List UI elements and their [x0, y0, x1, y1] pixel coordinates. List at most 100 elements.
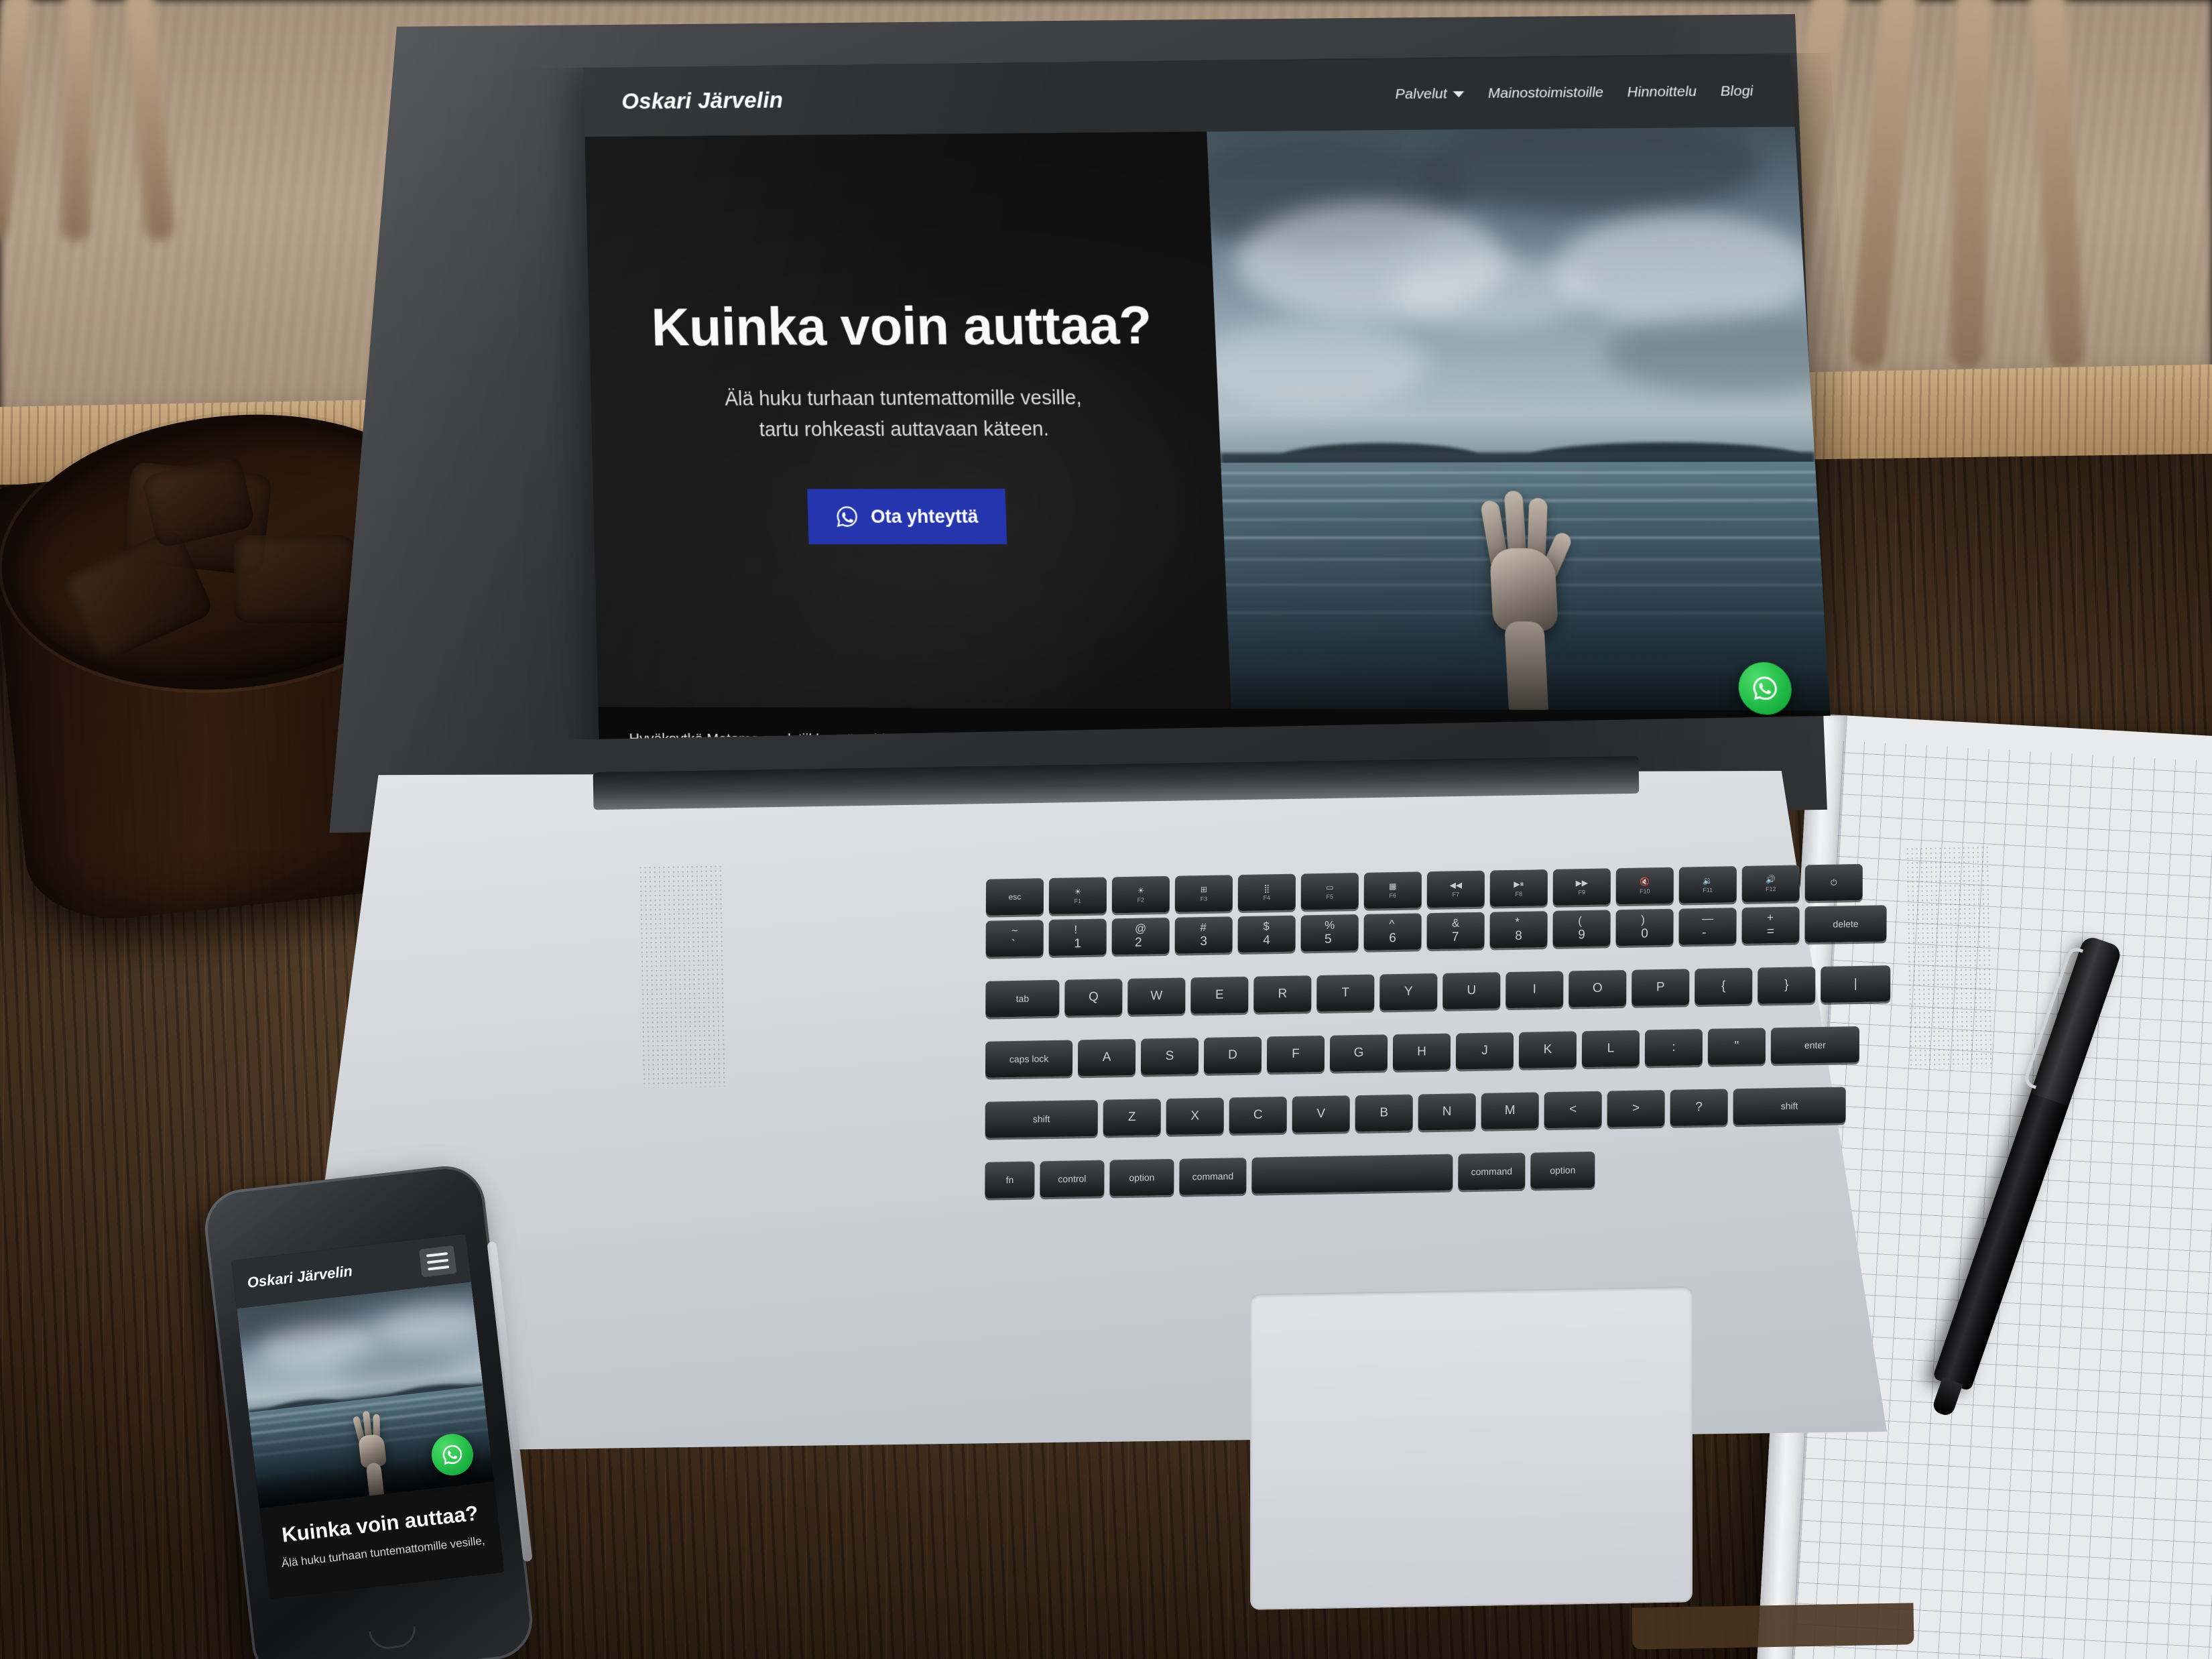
keyboard-key[interactable]: #3: [1174, 916, 1233, 954]
keyboard-key[interactable]: delete: [1804, 905, 1887, 943]
keyboard-key[interactable]: fn: [985, 1161, 1035, 1199]
keyboard-key[interactable]: V: [1292, 1095, 1350, 1133]
chevron-down-icon: [1453, 90, 1465, 97]
keyboard-key[interactable]: shift: [1733, 1087, 1846, 1125]
keyboard-key[interactable]: {: [1695, 967, 1753, 1005]
keyboard-key[interactable]: ⊞ F3: [1174, 875, 1233, 912]
laptop-front-edge: [1632, 1603, 1914, 1650]
keyboard-key[interactable]: $4: [1237, 915, 1296, 953]
keyboard-key[interactable]: esc: [985, 878, 1044, 916]
keyboard-key[interactable]: ?: [1670, 1089, 1728, 1126]
keyboard-key[interactable]: N: [1418, 1093, 1476, 1131]
keyboard-key[interactable]: Y: [1379, 973, 1438, 1011]
keyboard-key[interactable]: U: [1442, 972, 1501, 1009]
contact-cta-label: Ota yhteyttä: [870, 505, 979, 528]
smartphone: Oskari Järvelin Kuinka voin auttaa? Älä …: [200, 1162, 537, 1659]
site-logo[interactable]: Oskari Järvelin: [621, 87, 784, 114]
screenshot-stage: Oskari Järvelin Palvelut Mainostoimistoi…: [0, 0, 2212, 1659]
keyboard-key[interactable]: command: [1458, 1152, 1526, 1190]
whatsapp-icon: [1752, 676, 1778, 700]
keyboard-key[interactable]: 🔊 F12: [1741, 865, 1800, 903]
keyboard-key[interactable]: I: [1506, 971, 1564, 1009]
contact-cta-button[interactable]: Ota yhteyttä: [806, 489, 1007, 545]
keyboard-key[interactable]: Q: [1064, 979, 1123, 1016]
keyboard-key[interactable]: A: [1077, 1038, 1136, 1077]
keyboard-key[interactable]: B: [1355, 1094, 1413, 1132]
keyboard-key[interactable]: ▶▶ F9: [1552, 868, 1611, 906]
keyboard-key[interactable]: % 5: [1300, 914, 1359, 952]
speaker-grille-left: [638, 863, 728, 1089]
keyboard-key[interactable]: W: [1127, 977, 1186, 1016]
keyboard-key[interactable]: E: [1190, 976, 1249, 1014]
hero-text-panel: Kuinka voin auttaa? Älä huku turhaan tun…: [585, 131, 1235, 743]
keyboard-key[interactable]: J: [1455, 1032, 1514, 1070]
keyboard-key[interactable]: <: [1544, 1091, 1602, 1129]
keyboard-key[interactable]: ) 0: [1615, 908, 1674, 946]
keyboard-key[interactable]: shift: [985, 1099, 1098, 1138]
keyboard-key[interactable]: T: [1316, 974, 1375, 1012]
keyboard-key[interactable]: ^ 6: [1363, 913, 1422, 950]
keyboard-key[interactable]: }: [1758, 967, 1816, 1004]
keyboard-key[interactable]: @2: [1111, 917, 1170, 955]
keyboard-key[interactable]: (9: [1552, 910, 1611, 947]
keyboard-key[interactable]: |: [1821, 965, 1891, 1003]
keyboard-key[interactable]: option: [1109, 1158, 1174, 1196]
keyboard-key[interactable]: command: [1179, 1157, 1247, 1195]
keyboard-key[interactable]: ! 1: [1048, 918, 1107, 957]
keyboard-key[interactable]: :: [1644, 1029, 1703, 1066]
website-viewport: Oskari Järvelin Palvelut Mainostoimistoi…: [583, 55, 1835, 743]
nav-item-mainostoimistoille[interactable]: Mainostoimistoille: [1487, 84, 1603, 102]
trackpad[interactable]: [1250, 1286, 1693, 1609]
whatsapp-icon: [835, 505, 859, 529]
keyboard-key[interactable]: ~ `: [985, 920, 1044, 957]
whatsapp-icon: [442, 1445, 463, 1465]
keyboard-key[interactable]: tab: [985, 979, 1060, 1018]
keyboard-key[interactable]: R: [1253, 975, 1312, 1013]
keyboard-key[interactable]: caps lock: [985, 1040, 1073, 1078]
keyboard-key[interactable]: * 8: [1489, 911, 1548, 948]
keyboard-key[interactable]: control: [1040, 1160, 1105, 1198]
keyboard-key[interactable]: ▭ F5: [1300, 872, 1359, 910]
keyboard-key[interactable]: ▩ F6: [1363, 871, 1422, 909]
keyboard-key[interactable]: H: [1392, 1033, 1451, 1071]
keyboard-key[interactable]: D: [1203, 1036, 1262, 1074]
keyboard-key[interactable]: 🔇 F10: [1615, 867, 1674, 905]
sky: [1207, 127, 1835, 463]
keyboard-key[interactable]: G: [1329, 1034, 1388, 1072]
nav-label-palvelut: Palvelut: [1395, 86, 1448, 103]
keyboard-key[interactable]: L: [1581, 1030, 1640, 1068]
phone-display: Oskari Järvelin Kuinka voin auttaa? Älä …: [231, 1233, 505, 1599]
keyboard-key[interactable]: S: [1140, 1038, 1199, 1075]
nav-item-hinnoittelu[interactable]: Hinnoittelu: [1627, 84, 1697, 101]
keyboard-key[interactable]: ▶⏸ F8: [1489, 869, 1548, 907]
keyboard-key[interactable]: ⏻: [1804, 863, 1863, 902]
keyboard-key[interactable]: X: [1166, 1097, 1224, 1135]
keyboard-key[interactable]: [1251, 1154, 1453, 1194]
keyboard-key[interactable]: option: [1530, 1151, 1595, 1189]
phone-logo[interactable]: Oskari Järvelin: [246, 1262, 353, 1292]
keyboard-key[interactable]: F: [1266, 1035, 1325, 1073]
keyboard-key[interactable]: >: [1607, 1090, 1665, 1127]
keyboard-key[interactable]: ⣿ F4: [1237, 873, 1296, 912]
keyboard-key[interactable]: ": [1707, 1028, 1766, 1065]
keyboard-key[interactable]: ◀◀ F7: [1426, 870, 1485, 908]
keyboard-key[interactable]: + =: [1741, 906, 1800, 944]
keyboard-key[interactable]: enter: [1770, 1026, 1859, 1064]
nav-item-palvelut[interactable]: Palvelut: [1395, 86, 1465, 103]
keyboard-key[interactable]: ☀ F1: [1048, 877, 1107, 915]
hamburger-menu-icon[interactable]: [418, 1245, 457, 1278]
keyboard-key[interactable]: & 7: [1426, 912, 1485, 950]
chair-wire: [2059, 0, 2212, 363]
keyboard-key[interactable]: O: [1569, 970, 1627, 1007]
keyboard-key[interactable]: Z: [1103, 1099, 1161, 1136]
hero-subtitle: Älä huku turhaan tuntemattomille vesille…: [725, 383, 1084, 446]
keyboard-key[interactable]: K: [1518, 1031, 1577, 1068]
nav-item-blogi[interactable]: Blogi: [1720, 83, 1754, 100]
keyboard-key[interactable]: C: [1229, 1096, 1287, 1134]
keyboard-key[interactable]: ☀ F2: [1111, 875, 1170, 914]
keyboard-key[interactable]: 🔉 F11: [1678, 866, 1737, 904]
keyboard-key[interactable]: — -: [1678, 908, 1737, 945]
website: Oskari Järvelin Palvelut Mainostoimistoi…: [583, 55, 1835, 743]
keyboard-key[interactable]: P: [1632, 969, 1690, 1006]
keyboard-key[interactable]: M: [1481, 1092, 1539, 1129]
